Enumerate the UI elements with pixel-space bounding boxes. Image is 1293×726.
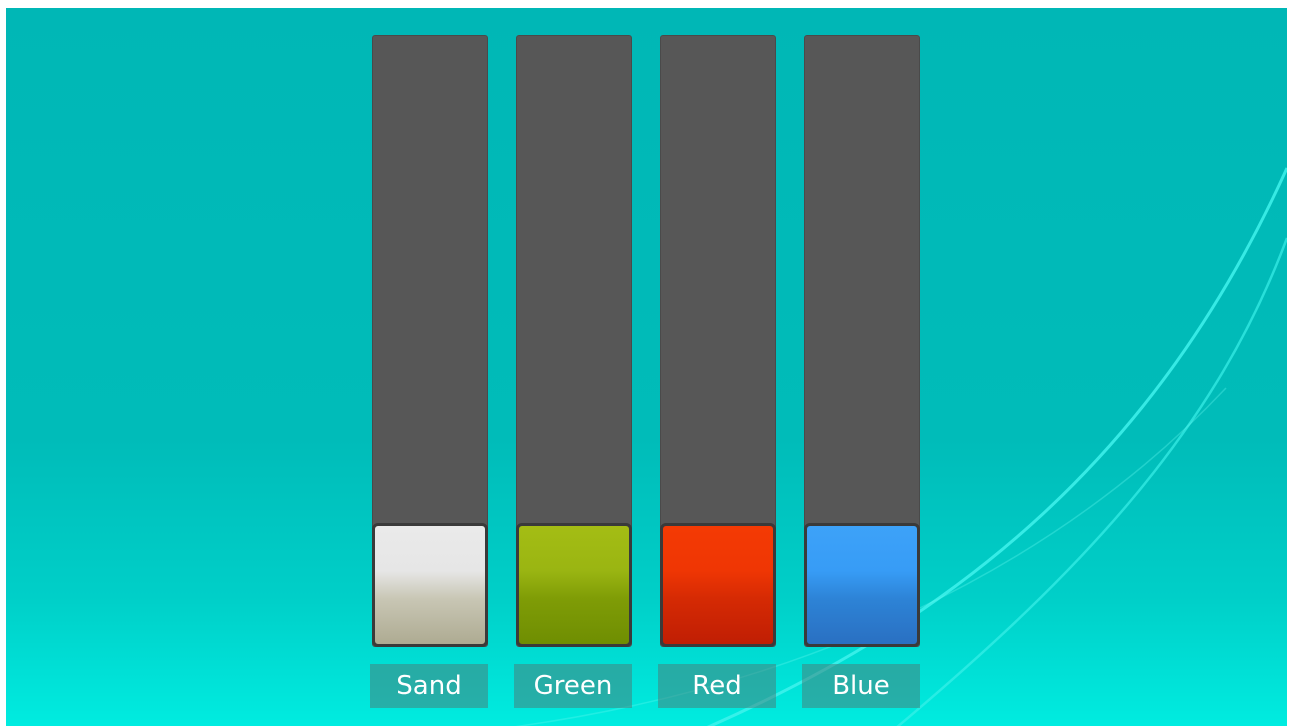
slider-thumb-green[interactable] xyxy=(516,523,632,647)
slider-label-green: Green xyxy=(514,664,632,708)
slider-thumb-blue[interactable] xyxy=(804,523,920,647)
app-window: Sand Green Red Blue xyxy=(6,8,1287,726)
slider-label-red: Red xyxy=(658,664,776,708)
slider-thumb-red[interactable] xyxy=(660,523,776,647)
slider-red: Red xyxy=(658,35,776,715)
slider-label-blue: Blue xyxy=(802,664,920,708)
slider-blue: Blue xyxy=(802,35,920,715)
background-swoosh xyxy=(514,167,1287,726)
slider-green: Green xyxy=(514,35,632,715)
slider-label-sand: Sand xyxy=(370,664,488,708)
slider-thumb-sand[interactable] xyxy=(372,523,488,647)
slider-sand: Sand xyxy=(370,35,488,715)
